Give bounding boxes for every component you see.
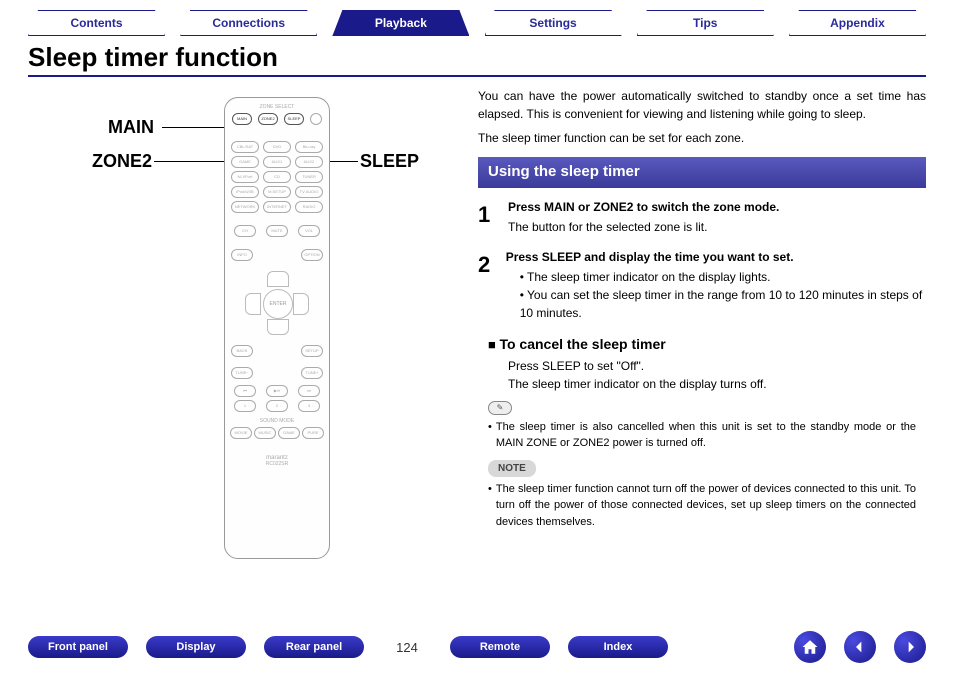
back-icon[interactable] [844,631,876,663]
remote-diagram: MAIN ZONE2 SLEEP ZONE SELECT MAIN ZONE2 … [28,87,448,567]
remote-btn-power [310,113,322,125]
remote-illustration: ZONE SELECT MAIN ZONE2 SLEEP CBL/SATDVDB… [224,97,330,559]
footer-rear-panel[interactable]: Rear panel [264,636,364,658]
note-bullet-1: The sleep timer is also cancelled when t… [488,419,916,452]
note-bullet-2: The sleep timer function cannot turn off… [488,481,916,531]
cancel-heading: To cancel the sleep timer [488,334,926,355]
section-header: Using the sleep timer [478,157,926,188]
remote-btn-main: MAIN [232,113,252,125]
footer-front-panel[interactable]: Front panel [28,636,128,658]
remote-btn-sleep: SLEEP [284,113,304,125]
step-2: 2 Press SLEEP and display the time you w… [478,248,926,322]
page-title: Sleep timer function [28,42,926,77]
tab-playback[interactable]: Playback [332,10,469,36]
tab-appendix[interactable]: Appendix [789,10,926,36]
page-number: 124 [382,640,432,655]
intro-text: You can have the power automatically swi… [478,87,926,147]
pencil-icon: ✎ [488,401,512,415]
tab-contents[interactable]: Contents [28,10,165,36]
forward-icon[interactable] [894,631,926,663]
callout-sleep: SLEEP [360,151,419,172]
tab-settings[interactable]: Settings [485,10,622,36]
tab-connections[interactable]: Connections [180,10,317,36]
callout-zone2: ZONE2 [92,151,152,172]
footer: Front panel Display Rear panel 124 Remot… [28,631,926,663]
top-tabs: Contents Connections Playback Settings T… [28,10,926,36]
footer-index[interactable]: Index [568,636,668,658]
step-1: 1 Press MAIN or ZONE2 to switch the zone… [478,198,926,236]
cancel-body: Press SLEEP to set "Off". The sleep time… [508,357,926,393]
footer-remote[interactable]: Remote [450,636,550,658]
remote-btn-zone2: ZONE2 [258,113,278,125]
callout-main: MAIN [108,117,154,138]
home-icon[interactable] [794,631,826,663]
tab-tips[interactable]: Tips [637,10,774,36]
footer-display[interactable]: Display [146,636,246,658]
note-pill: NOTE [488,460,536,477]
